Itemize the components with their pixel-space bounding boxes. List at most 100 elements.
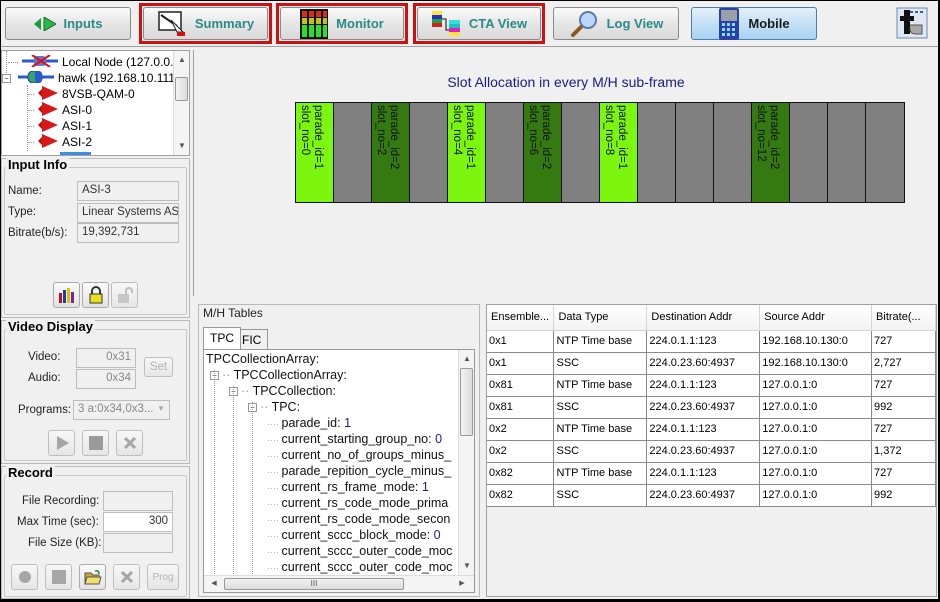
max-time-input[interactable]: 300 <box>103 512 173 532</box>
scroll-down-arrow[interactable]: ▼ <box>174 139 189 153</box>
scroll-up-arrow[interactable]: ▲ <box>174 53 189 67</box>
scroll-down-arrow[interactable]: ▼ <box>459 559 474 573</box>
scroll-right-arrow[interactable]: ▶ <box>454 577 470 591</box>
tree-node[interactable]: ···· current_sccc_outer_code_moc <box>267 544 452 558</box>
table-cell: 192.168.10.130:0 <box>759 352 873 375</box>
tree-item-8vsb-qam-0[interactable]: 8VSB-QAM-0 <box>28 85 135 102</box>
type-field: Linear Systems ASI <box>77 203 179 223</box>
log-view-button[interactable]: Log View <box>553 7 679 40</box>
table-cell: 127.0.0.1:0 <box>759 374 873 397</box>
summary-button[interactable]: Summary <box>143 7 268 40</box>
scroll-thumb[interactable]: III <box>224 578 404 590</box>
tree-item-label: hawk (192.168.10.111) <box>58 71 179 85</box>
tree-item-asi-0[interactable]: ASI-0 <box>28 101 92 118</box>
column-header[interactable]: Ensemble... <box>487 305 555 331</box>
tree-node[interactable]: − ·· TPCCollectionArray: <box>210 368 347 382</box>
close-video-button[interactable] <box>116 430 143 456</box>
scroll-thumb[interactable] <box>175 77 188 101</box>
tree-node[interactable]: − ·· TPC: <box>248 400 300 414</box>
column-header[interactable]: Data Type <box>553 305 648 331</box>
monitor-button-label: Monitor <box>336 16 384 31</box>
programs-dropdown[interactable]: 3 a:0x34,0x3... ▼ <box>73 400 170 420</box>
cancel-record-button[interactable] <box>113 564 140 590</box>
table-row[interactable]: 0x82 SSC 224.0.23.60:4937 127.0.0.1:0 992 <box>487 484 936 507</box>
stop-button[interactable] <box>82 430 109 456</box>
table-row[interactable]: 0x2 SSC 224.0.23.60:4937 127.0.0.1:0 1,372 <box>487 440 936 463</box>
stop-icon <box>88 436 103 450</box>
tree-node[interactable]: − ·· TPCCollection: <box>229 384 336 398</box>
inputs-button[interactable]: Inputs <box>5 7 131 40</box>
table-cell: SSC <box>553 352 648 375</box>
lock-button[interactable] <box>82 282 109 308</box>
open-folder-button[interactable] <box>79 564 106 590</box>
selected-item-highlight <box>60 152 91 155</box>
table-row[interactable]: 0x81 NTP Time base 224.0.1.1:123 127.0.0.1:… <box>487 374 936 397</box>
video-pid-field[interactable]: 0x31 <box>76 348 136 368</box>
scroll-left-arrow[interactable]: ◀ <box>206 577 222 591</box>
close-icon <box>123 436 136 450</box>
audio-pid-field[interactable]: 0x34 <box>76 369 136 389</box>
table-row[interactable]: 0x1 SSC 224.0.23.60:4937 192.168.10.130:0 2,… <box>487 352 936 375</box>
table-row[interactable]: 0x82 NTP Time base 224.0.1.1:123 127.0.0.1:… <box>487 462 936 485</box>
table-header-row: Ensemble... Data Type Destination Addr Sour… <box>487 305 936 331</box>
column-header[interactable]: Destination Addr <box>646 305 761 331</box>
tree-item-local-node[interactable]: Local Node (127.0.0.1) <box>8 53 184 70</box>
tree-node-label: TPCCollectionArray: <box>233 368 347 382</box>
tree-node[interactable]: ···· current_rs_code_mode_prima <box>267 496 448 510</box>
cta-view-button[interactable]: CTA View <box>417 7 541 40</box>
tree-node[interactable]: ···· parade_id: 1 <box>267 416 351 430</box>
tree-node[interactable]: ···· current_starting_group_no: 0 <box>267 432 442 446</box>
table-cell: SSC <box>553 440 648 463</box>
tree-node[interactable]: ···· current_sccc_outer_code_moc <box>267 560 452 574</box>
tpc-tree-view[interactable]: TPCCollectionArray: − ·· TPCCollectionArra… <box>203 349 475 593</box>
scroll-up-arrow[interactable]: ▲ <box>459 352 474 366</box>
bar-chart-button[interactable] <box>53 282 80 308</box>
table-cell: NTP Time base <box>553 374 648 397</box>
mobile-button[interactable]: Mobile <box>691 7 817 40</box>
column-header[interactable]: Source Addr <box>759 305 873 331</box>
log-view-button-label: Log View <box>606 16 664 31</box>
tree-node-value: 0 <box>435 432 443 446</box>
unlock-button[interactable] <box>111 282 138 308</box>
table-row[interactable]: 0x2 NTP Time base 224.0.1.1:123 127.0.0.1:0… <box>487 418 936 441</box>
scroll-thumb[interactable] <box>460 368 473 436</box>
tree-item-hawk[interactable]: − hawk (192.168.10.111) <box>2 70 179 86</box>
ensemble-table: Ensemble... Data Type Destination Addr Sour… <box>486 304 937 597</box>
tree-scrollbar[interactable]: ▲ ▼ <box>173 51 189 155</box>
tree-node-label: current_sccc_outer_code_moc <box>281 544 453 558</box>
record-button[interactable] <box>11 564 38 590</box>
tpc-tree-vscrollbar[interactable]: ▲ ▼ <box>458 350 474 575</box>
tree-node[interactable]: TPCCollectionArray: <box>206 352 319 366</box>
tpc-tree-hscrollbar[interactable]: ◀ III ▶ <box>204 575 474 592</box>
tree-node[interactable]: ···· current_rs_frame_mode: 1 <box>267 480 429 494</box>
slot-label: parade_id=2 slot_no=12 <box>755 105 780 170</box>
tree-node[interactable]: ···· current_rs_code_mode_secon <box>267 512 450 526</box>
collapse-toggle[interactable]: − <box>2 73 11 83</box>
play-button[interactable] <box>48 430 75 456</box>
prog-button[interactable]: Prog <box>147 564 179 590</box>
table-cell: 192.168.10.130:0 <box>759 330 873 353</box>
table-cell: 127.0.0.1:0 <box>759 440 873 463</box>
node-tree[interactable]: Local Node (127.0.0.1) − hawk (192.168.1… <box>1 50 190 156</box>
tree-item-label: ASI-2 <box>62 135 93 149</box>
tab-tpc[interactable]: TPC <box>203 327 241 349</box>
tree-node-label: current_rs_code_mode_prima <box>281 496 449 510</box>
record-title: Record <box>6 465 55 480</box>
table-row[interactable]: 0x81 SSC 224.0.23.60:4937 127.0.0.1:0 992 <box>487 396 936 419</box>
stop-record-button[interactable] <box>45 564 72 590</box>
tree-node[interactable]: ···· parade_repition_cycle_minus_ <box>267 464 451 478</box>
tree-item-asi-2[interactable]: ASI-2 <box>28 133 93 150</box>
table-cell: SSC <box>553 396 648 419</box>
table-cell: 992 <box>871 396 936 419</box>
tree-node[interactable]: ···· current_sccc_block_mode: 0 <box>267 528 441 542</box>
tree-node[interactable]: ···· current_no_of_groups_minus_ <box>267 448 451 462</box>
table-row[interactable]: 0x1 NTP Time base 224.0.1.1:123 192.168.10.… <box>487 330 936 353</box>
tree-node-value: 1 <box>344 416 352 430</box>
tree-item-asi-1[interactable]: ASI-1 <box>28 117 92 134</box>
table-cell: 224.0.23.60:4937 <box>646 484 761 507</box>
set-button[interactable]: Set <box>144 357 173 377</box>
column-header[interactable]: Bitrate(... <box>871 305 936 331</box>
monitor-button[interactable]: Monitor <box>280 7 404 40</box>
table-cell: 727 <box>871 374 936 397</box>
tree-node-value: 0 <box>433 528 441 542</box>
